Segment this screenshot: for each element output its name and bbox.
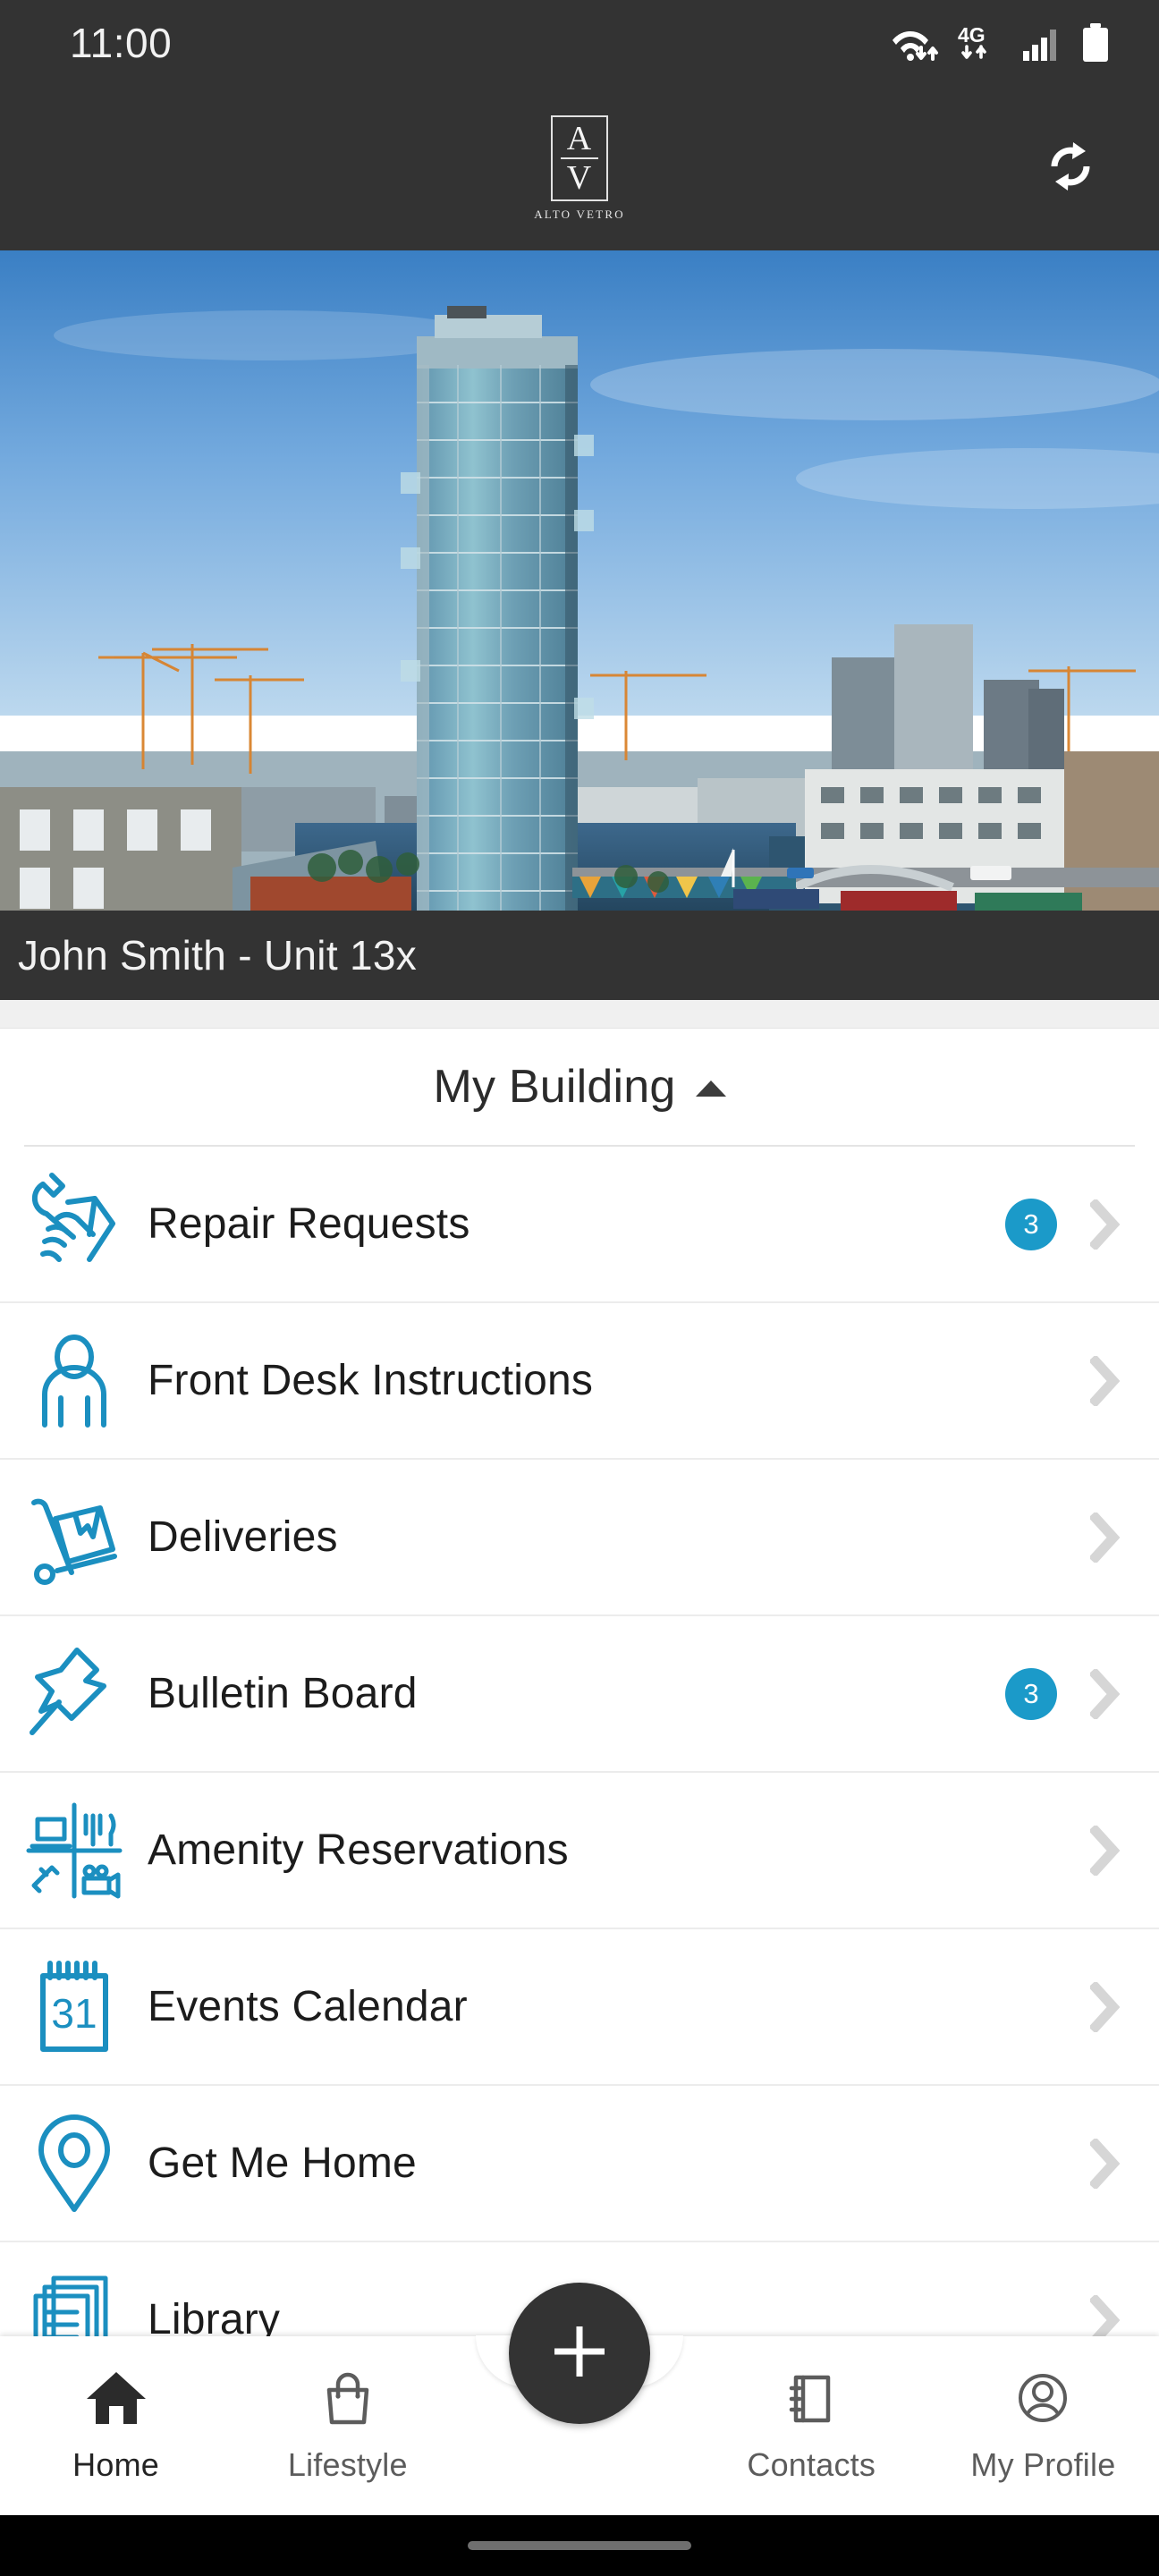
menu-item-repair-requests[interactable]: Repair Requests 3 bbox=[0, 1147, 1159, 1303]
map-pin-icon bbox=[0, 2085, 148, 2241]
content-spacer bbox=[0, 1000, 1159, 1029]
signal-bars-icon bbox=[1021, 24, 1064, 64]
chevron-right-icon bbox=[1087, 1981, 1123, 2032]
bottom-navigation-bar: Home Lifestyle Contacts My Profile bbox=[0, 2283, 1159, 2515]
user-circle-icon bbox=[1010, 2368, 1076, 2432]
status-clock: 11:00 bbox=[70, 20, 173, 66]
user-unit-banner: John Smith - Unit 13x bbox=[0, 911, 1159, 1000]
chevron-right-icon bbox=[1087, 1512, 1123, 1563]
menu-item-label: Front Desk Instructions bbox=[148, 1357, 594, 1404]
chevron-right-icon bbox=[1087, 1199, 1123, 1250]
person-icon bbox=[0, 1302, 148, 1459]
logo-letter-v: V bbox=[566, 158, 593, 197]
page-title: My Building bbox=[433, 1061, 676, 1113]
menu-item-label: Deliveries bbox=[148, 1513, 338, 1561]
menu-item-deliveries[interactable]: Deliveries bbox=[0, 1460, 1159, 1616]
menu-item-amenity-reservations[interactable]: Amenity Reservations bbox=[0, 1773, 1159, 1929]
menu-item-front-desk-instructions[interactable]: Front Desk Instructions bbox=[0, 1303, 1159, 1460]
chevron-right-icon bbox=[1087, 1355, 1123, 1406]
hand-truck-box-icon bbox=[0, 1459, 148, 1615]
wrench-hand-icon bbox=[0, 1146, 148, 1302]
refresh-icon bbox=[1043, 139, 1098, 199]
address-book-icon bbox=[778, 2368, 844, 2432]
refresh-button[interactable] bbox=[1036, 133, 1105, 203]
pushpin-icon bbox=[0, 1615, 148, 1772]
menu-item-label: Events Calendar bbox=[148, 1983, 468, 2030]
chevron-right-icon bbox=[1087, 1825, 1123, 1876]
menu-item-bulletin-board[interactable]: Bulletin Board 3 bbox=[0, 1616, 1159, 1773]
logo-wordmark: ALTO VETRO bbox=[534, 207, 625, 221]
network-type-label: 4G bbox=[958, 24, 986, 47]
menu-item-label: Repair Requests bbox=[148, 1200, 470, 1248]
nav-tab-contacts[interactable]: Contacts bbox=[696, 2368, 927, 2484]
menu-item-get-me-home[interactable]: Get Me Home bbox=[0, 2086, 1159, 2242]
app-header-bar: A V ALTO VETRO bbox=[0, 86, 1159, 250]
menu-item-events-calendar[interactable]: 31 Events Calendar bbox=[0, 1929, 1159, 2086]
my-building-menu-list: Repair Requests 3 Front Desk Instruction… bbox=[0, 1147, 1159, 2399]
battery-icon bbox=[1080, 22, 1111, 64]
status-icon-group: 4G bbox=[891, 22, 1111, 64]
app-logo: A V ALTO VETRO bbox=[534, 114, 625, 222]
wifi-data-icon bbox=[891, 24, 941, 64]
calendar-31-icon: 31 bbox=[0, 1928, 148, 2085]
add-button[interactable] bbox=[509, 2283, 650, 2424]
status-badge: 3 bbox=[1005, 1667, 1057, 1720]
shopping-bag-icon bbox=[315, 2368, 381, 2432]
menu-item-label: Amenity Reservations bbox=[148, 1826, 569, 1874]
chevron-right-icon bbox=[1087, 1668, 1123, 1719]
menu-item-label: Bulletin Board bbox=[148, 1670, 418, 1717]
logo-letter-a: A bbox=[566, 119, 593, 157]
4g-data-icon: 4G bbox=[957, 24, 1005, 64]
logo-monogram-box: A V bbox=[550, 114, 608, 201]
calendar-day-number: 31 bbox=[51, 1990, 97, 2037]
chevron-right-icon bbox=[1087, 2138, 1123, 2189]
amenities-grid-icon bbox=[0, 1772, 148, 1928]
caret-up-icon bbox=[695, 1080, 726, 1097]
nav-tab-label: My Profile bbox=[970, 2445, 1116, 2483]
phone-screen: 11:00 4G A V ALTO VETRO John Smith - Uni… bbox=[0, 0, 1159, 2576]
home-icon bbox=[83, 2368, 149, 2432]
building-hero-image bbox=[0, 250, 1159, 911]
nav-tab-home[interactable]: Home bbox=[0, 2368, 232, 2484]
nav-tab-label: Contacts bbox=[747, 2445, 876, 2483]
my-building-section-toggle[interactable]: My Building bbox=[0, 1029, 1159, 1145]
bottom-nav-items: Home Lifestyle Contacts My Profile bbox=[0, 2283, 1159, 2515]
nav-tab-lifestyle[interactable]: Lifestyle bbox=[232, 2368, 463, 2484]
menu-item-label: Get Me Home bbox=[148, 2140, 417, 2187]
nav-tab-my-profile[interactable]: My Profile bbox=[927, 2368, 1159, 2484]
status-badge: 3 bbox=[1005, 1198, 1057, 1250]
gesture-pill bbox=[468, 2541, 691, 2550]
nav-tab-label: Home bbox=[72, 2445, 160, 2483]
status-bar: 11:00 4G bbox=[0, 0, 1159, 86]
plus-icon bbox=[547, 2319, 612, 2388]
nav-tab-label: Lifestyle bbox=[287, 2445, 408, 2483]
system-gesture-bar bbox=[0, 2515, 1159, 2576]
